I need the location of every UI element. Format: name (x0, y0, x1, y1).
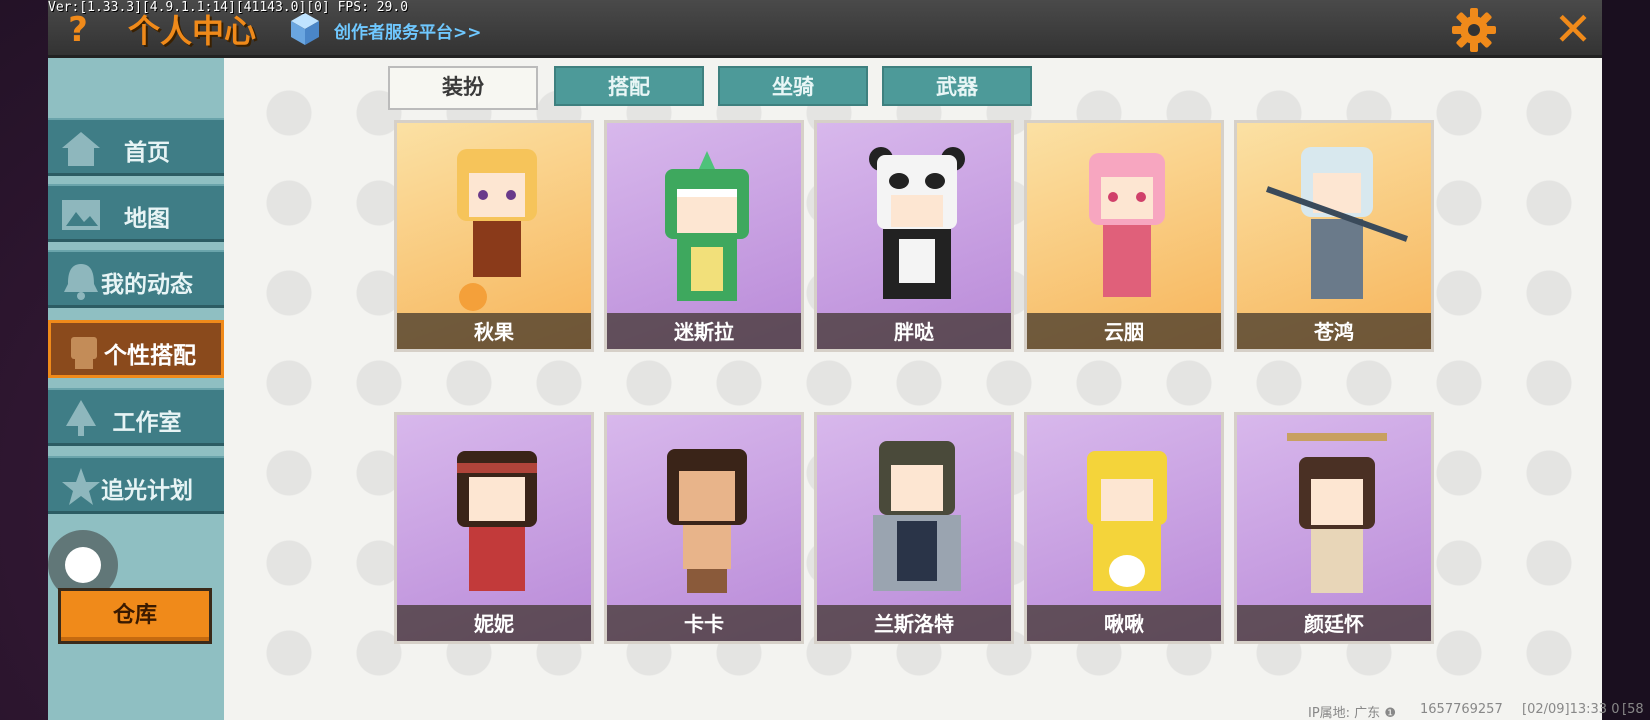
tab-match[interactable]: 搭配 (554, 66, 704, 106)
skin-name: 苍鸿 (1314, 320, 1354, 344)
sidebar-item-label: 我的动态 (101, 272, 193, 298)
app-root: ? 个人中心 创作者服务平台>> ✕ Ver:[1.33.3][4.9.1.1:… (0, 0, 1650, 720)
skin-name: 啾啾 (1104, 612, 1144, 636)
skin-name: 妮妮 (474, 612, 514, 636)
warehouse-button[interactable]: 仓库 (58, 588, 212, 644)
skin-name: 迷斯拉 (674, 320, 734, 344)
skin-card-kaka[interactable]: 卡卡 (604, 412, 804, 644)
sidebar-item-label: 个性搭配 (104, 343, 196, 369)
close-button[interactable]: ✕ (1548, 2, 1598, 56)
skin-card-yantinghuai[interactable]: 颜廷怀 (1234, 412, 1434, 644)
tab-weapon[interactable]: 武器 (882, 66, 1032, 106)
skin-portrait (457, 149, 537, 311)
skin-name: 胖哒 (894, 320, 934, 344)
skin-portrait (869, 147, 965, 299)
ip-location: IP属地: 广东 ❶ (1308, 706, 1396, 720)
creator-platform-link[interactable]: 创作者服务平台>> (334, 18, 482, 43)
skin-card-misila[interactable]: 迷斯拉 (604, 120, 804, 352)
sidebar-item-studio[interactable]: 工作室 (48, 388, 224, 446)
skin-portrait (667, 449, 747, 593)
skin-portrait (1087, 451, 1167, 591)
sidebar-item-home[interactable]: 首页 (48, 118, 224, 176)
sidebar-item-activity[interactable]: 我的动态 (48, 250, 224, 308)
sidebar-item-label: 工作室 (112, 410, 182, 436)
skin-portrait (1265, 147, 1409, 299)
skin-name: 卡卡 (684, 612, 724, 636)
skin-portrait (665, 151, 749, 301)
skin-portrait (1089, 153, 1165, 297)
skin-card-nini[interactable]: 妮妮 (394, 412, 594, 644)
skin-card-yunyan[interactable]: 云胭 (1024, 120, 1224, 352)
sidebar: 首页 地图 我的动态 个性搭配 工作室 追光计划 仓库 (48, 58, 224, 720)
skin-card-qiuguo[interactable]: 秋果 (394, 120, 594, 352)
skin-card-canghong[interactable]: 苍鸿 (1234, 120, 1434, 352)
debug-overlay: Ver:[1.33.3][4.9.1.1:14][41143.0][0] FPS… (48, 0, 409, 15)
sidebar-item-label: 地图 (124, 206, 170, 232)
skin-card-jiujiu[interactable]: 啾啾 (1024, 412, 1224, 644)
skin-portrait (1287, 433, 1387, 593)
skin-name: 颜廷怀 (1304, 612, 1364, 636)
sidebar-item-outfit[interactable]: 个性搭配 (48, 320, 224, 378)
skin-name: 兰斯洛特 (874, 612, 954, 636)
footer-extra: [58 (1622, 702, 1644, 717)
cube-icon[interactable] (290, 12, 320, 46)
skin-name: 云胭 (1104, 320, 1144, 344)
main-panel: 装扮 搭配 坐骑 武器 秋果 迷斯拉 胖哒 云胭 苍鸿 妮妮 卡卡 兰斯洛特 啾… (224, 58, 1602, 720)
skin-card-pangda[interactable]: 胖哒 (814, 120, 1014, 352)
user-id: 1657769257 (1420, 702, 1503, 717)
sidebar-item-label: 首页 (124, 140, 170, 166)
skin-portrait (457, 451, 537, 591)
sidebar-item-chase-light[interactable]: 追光计划 (48, 456, 224, 514)
question-icon: ? (68, 10, 88, 50)
joystick-knob[interactable] (65, 547, 101, 583)
timestamp: [02/09]13:33 0 (1522, 702, 1620, 717)
sidebar-item-label: 追光计划 (101, 478, 193, 504)
tab-mount[interactable]: 坐骑 (718, 66, 868, 106)
skin-portrait (873, 441, 961, 591)
skin-card-lancelot[interactable]: 兰斯洛特 (814, 412, 1014, 644)
close-icon: ✕ (1553, 2, 1593, 56)
tab-dressup[interactable]: 装扮 (388, 66, 538, 110)
sidebar-item-map[interactable]: 地图 (48, 184, 224, 242)
skin-name: 秋果 (474, 320, 514, 344)
gear-icon[interactable] (1450, 6, 1498, 54)
